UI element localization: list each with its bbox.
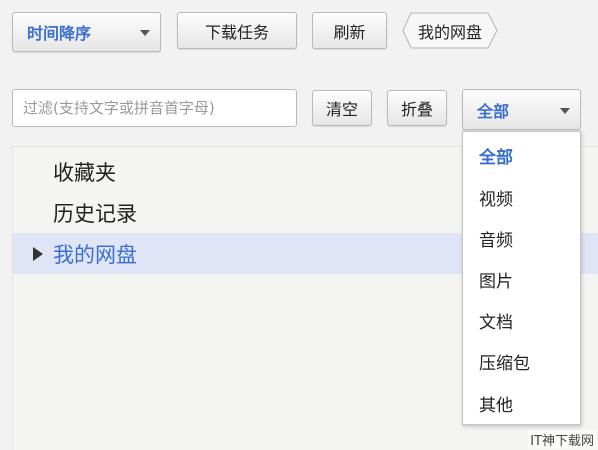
dropdown-option-archive[interactable]: 压缩包 <box>463 341 580 381</box>
clear-button[interactable]: 清空 <box>312 90 372 126</box>
clear-label: 清空 <box>325 100 358 119</box>
breadcrumb-label: 我的网盘 <box>417 22 482 42</box>
type-select-value: 全部 <box>477 101 510 121</box>
type-dropdown-menu: 全部 视频 音频 图片 文档 压缩包 其他 <box>462 131 581 425</box>
tree-item-label: 历史记录 <box>53 201 137 226</box>
tree-item-label: 我的网盘 <box>53 242 137 267</box>
dropdown-option-video[interactable]: 视频 <box>463 177 580 217</box>
download-tasks-label: 下载任务 <box>204 22 269 42</box>
sort-select[interactable]: 时间降序 <box>12 12 161 52</box>
option-label: 图片 <box>479 271 513 292</box>
dropdown-option-all[interactable]: 全部 <box>463 135 580 175</box>
option-label: 其他 <box>479 395 513 416</box>
refresh-label: 刷新 <box>333 22 366 42</box>
expand-arrow-icon[interactable] <box>33 246 43 261</box>
option-label: 文档 <box>479 312 513 333</box>
option-label: 压缩包 <box>479 353 530 374</box>
chevron-down-icon <box>140 30 150 36</box>
filter-input[interactable] <box>12 89 297 127</box>
dropdown-option-document[interactable]: 文档 <box>463 300 580 340</box>
download-tasks-button[interactable]: 下载任务 <box>177 12 297 49</box>
tree-item-label: 收藏夹 <box>53 160 116 185</box>
sort-select-value: 时间降序 <box>27 24 92 43</box>
dropdown-option-image[interactable]: 图片 <box>463 259 580 299</box>
dropdown-option-other[interactable]: 其他 <box>463 383 580 423</box>
collapse-label: 折叠 <box>400 100 433 119</box>
breadcrumb-my-netdisk[interactable]: 我的网盘 <box>402 12 498 49</box>
dropdown-option-audio[interactable]: 音频 <box>463 218 580 258</box>
refresh-button[interactable]: 刷新 <box>312 12 387 49</box>
option-label: 全部 <box>479 147 513 168</box>
type-select[interactable]: 全部 <box>462 89 581 130</box>
collapse-button[interactable]: 折叠 <box>387 90 447 126</box>
chevron-down-icon <box>560 107 570 114</box>
site-watermark: IT神下载网 <box>528 430 596 449</box>
option-label: 音频 <box>479 230 513 251</box>
option-label: 视频 <box>479 189 513 210</box>
